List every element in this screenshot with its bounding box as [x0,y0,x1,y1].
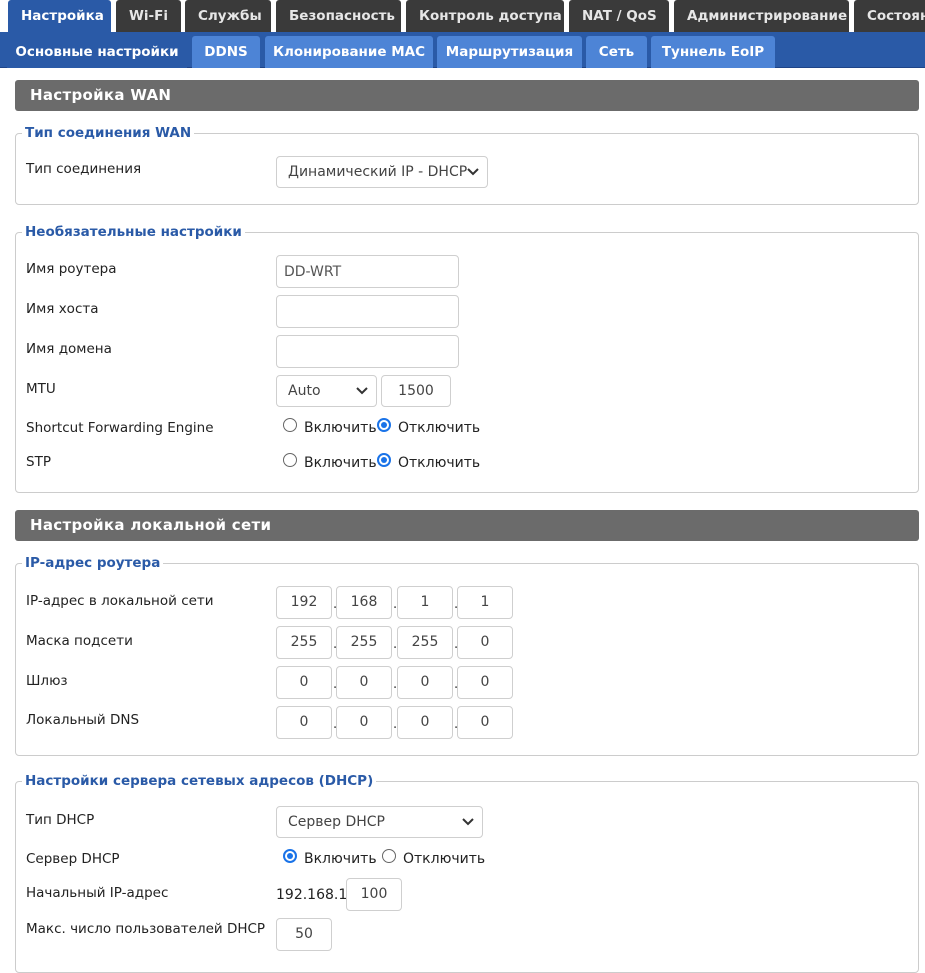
host-name-input[interactable] [276,295,459,328]
connection-type-value: Динамический IP - DHCP [288,164,468,180]
subtab-basic-setup[interactable]: Основные настройки [7,36,187,68]
dns-octet-2[interactable]: 0 [336,706,392,739]
subtab-ddns[interactable]: DDNS [192,36,260,68]
start-ip-prefix: 192.168.1. [276,887,352,903]
tab-services[interactable]: Службы [185,0,271,32]
dns-octet-1[interactable]: 0 [276,706,332,739]
dhcp-fieldset: Настройки сервера сетевых адресов (DHCP) [15,773,919,973]
sfe-disable-radio[interactable] [377,418,391,432]
local-ip-label: IP-адрес в локальной сети [26,593,214,609]
mask-octet-2[interactable]: 255 [336,626,392,659]
mtu-mode-value: Auto [288,383,321,399]
stp-disable-radio[interactable] [377,453,391,467]
lan-section-header: Настройка локальной сети [15,510,919,541]
optional-settings-fieldset: Необязательные настройки [15,224,919,493]
mtu-label: MTU [26,381,56,397]
subnet-mask-label: Маска подсети [26,633,133,649]
max-users-label: Макс. число пользователей DHCP [26,921,266,937]
router-name-input[interactable] [276,255,459,288]
connection-type-label: Тип соединения [26,161,142,177]
local-ip-octet-1[interactable]: 192 [276,586,332,619]
dhcp-type-select[interactable]: Сервер DHCP [276,806,483,838]
tab-administration[interactable]: Администрирование [674,0,849,32]
sfe-label: Shortcut Forwarding Engine [26,420,214,436]
tab-security[interactable]: Безопасность [276,0,401,32]
mtu-mode-select[interactable]: Auto [276,375,377,407]
stp-label: STP [26,454,51,470]
domain-name-label: Имя домена [26,341,112,357]
sfe-enable-radio[interactable] [283,418,297,432]
subtab-routing[interactable]: Маршрутизация [437,36,582,68]
tab-access-control[interactable]: Контроль доступа [406,0,564,32]
tab-setup[interactable]: Настройка [8,0,111,32]
host-name-label: Имя хоста [26,301,99,317]
router-ip-legend: IP-адрес роутера [25,555,161,571]
gateway-octet-1[interactable]: 0 [276,666,332,699]
stp-enable-radio[interactable] [283,453,297,467]
dhcp-server-label: Сервер DHCP [26,851,120,867]
local-ip-octet-4[interactable]: 1 [457,586,513,619]
dhcp-server-disable-label: Отключить [403,851,486,867]
optional-settings-legend: Необязательные настройки [25,224,242,240]
dns-octet-3[interactable]: 0 [397,706,453,739]
local-dns-label: Локальный DNS [26,712,140,728]
stp-enable-label: Включить [304,455,377,471]
router-name-label: Имя роутера [26,261,117,277]
local-ip-octet-2[interactable]: 168 [336,586,392,619]
dhcp-server-enable-label: Включить [304,851,377,867]
dhcp-server-enable-radio[interactable] [283,849,297,863]
connection-type-select[interactable]: Динамический IP - DHCP [276,156,488,188]
dhcp-type-value: Сервер DHCP [288,814,386,830]
subtab-eoip-tunnel[interactable]: Туннель EoIP [651,36,775,68]
dns-octet-4[interactable]: 0 [457,706,513,739]
wan-section-header: Настройка WAN [15,80,919,111]
domain-name-input[interactable] [276,335,459,368]
sfe-disable-label: Отключить [398,420,481,436]
subtab-network[interactable]: Сеть [586,36,647,68]
mask-octet-1[interactable]: 255 [276,626,332,659]
subtab-mac-clone[interactable]: Клонирование MAC [265,36,433,68]
start-ip-input[interactable]: 100 [346,878,402,911]
gateway-label: Шлюз [26,673,68,689]
mask-octet-3[interactable]: 255 [397,626,453,659]
stp-disable-label: Отключить [398,455,481,471]
gateway-octet-4[interactable]: 0 [457,666,513,699]
gateway-octet-2[interactable]: 0 [336,666,392,699]
dhcp-server-disable-radio[interactable] [382,849,396,863]
tab-status[interactable]: Состояние [854,0,925,32]
sfe-enable-label: Включить [304,420,377,436]
dhcp-type-label: Тип DHCP [26,812,95,828]
max-users-input[interactable]: 50 [276,918,332,951]
gateway-octet-3[interactable]: 0 [397,666,453,699]
main-nav: Настройка Wi-Fi Службы Безопасность Конт… [0,0,925,32]
start-ip-label: Начальный IP-адрес [26,885,169,901]
mtu-value-input: 1500 [381,375,451,407]
tab-wifi[interactable]: Wi-Fi [116,0,181,32]
sub-nav: Основные настройки DDNS Клонирование MAC… [0,32,925,68]
wan-connection-legend: Тип соединения WAN [25,125,192,141]
dhcp-legend: Настройки сервера сетевых адресов (DHCP) [25,773,374,789]
local-ip-octet-3[interactable]: 1 [397,586,453,619]
mask-octet-4[interactable]: 0 [457,626,513,659]
tab-nat-qos[interactable]: NAT / QoS [569,0,669,32]
